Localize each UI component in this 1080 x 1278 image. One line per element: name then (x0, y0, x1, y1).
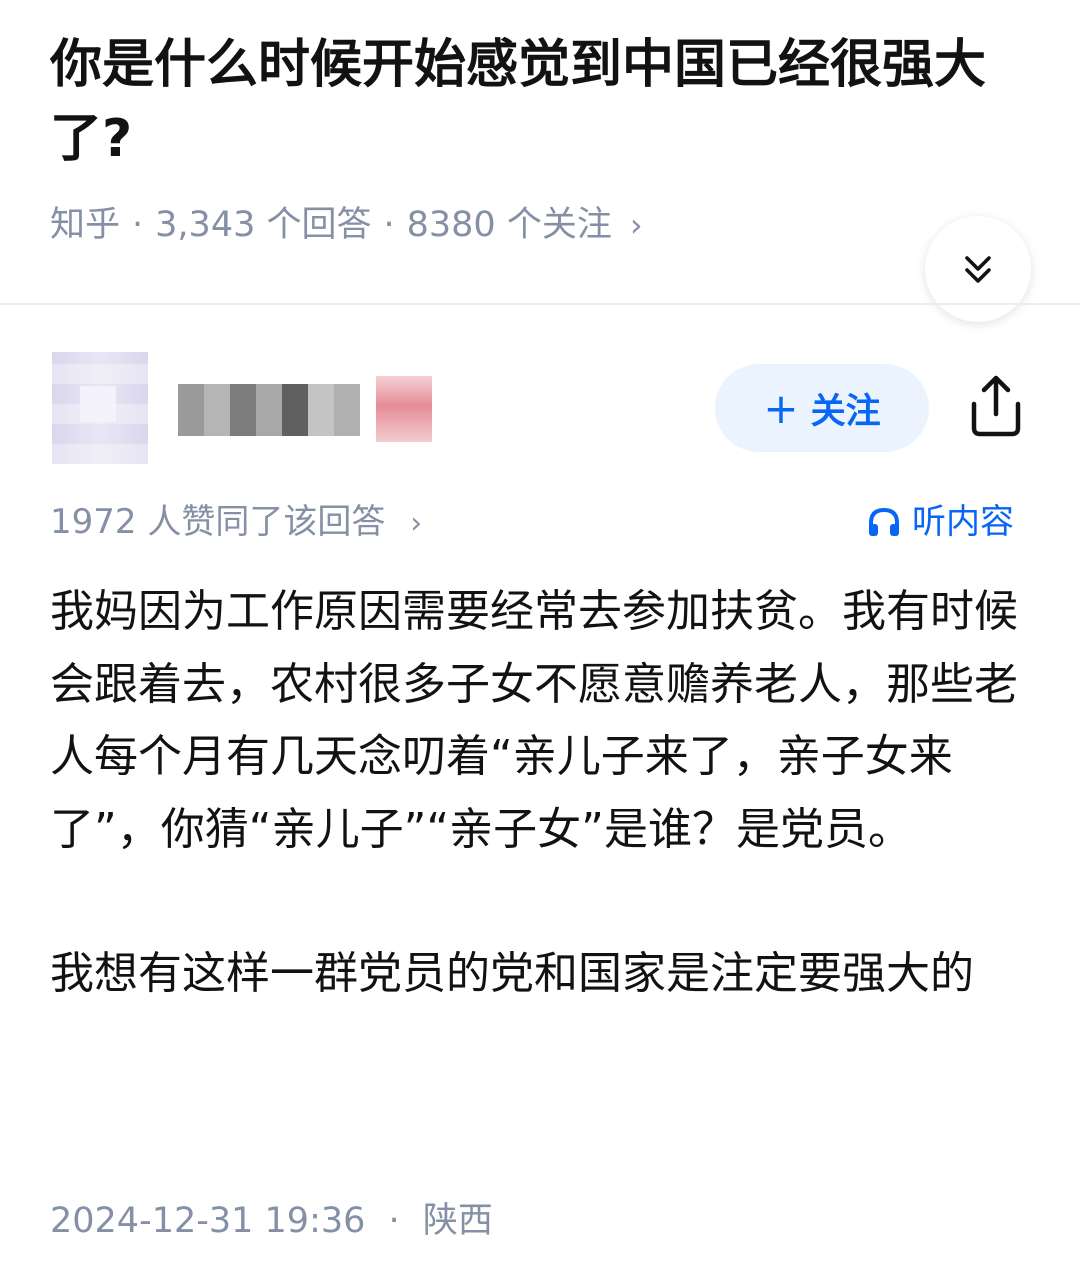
answer-footer: 2024-12-31 19:36 · 陕西 (50, 1196, 493, 1246)
follow-button[interactable]: + 关注 (715, 364, 929, 452)
divider (0, 303, 1080, 305)
answer-body[interactable]: 我妈因为工作原因需要经常去参加扶贫。我有时候会跟着去，农村很多子女不愿意赡养老人… (50, 576, 1035, 1011)
source-label: 知乎 (50, 205, 121, 245)
separator-dot: · (383, 205, 395, 245)
headphones-icon (869, 507, 899, 536)
votes-text: 1972 人赞同了该回答 (50, 502, 386, 542)
question-meta[interactable]: 知乎 · 3,343 个回答 · 8380 个关注 › (50, 200, 643, 250)
double-chevron-down-icon (965, 256, 991, 283)
author-name[interactable] (178, 384, 360, 436)
listen-label: 听内容 (912, 502, 1014, 542)
chevron-right-icon: › (629, 206, 643, 244)
answer-paragraph: 我想有这样一群党员的党和国家是注定要强大的 (50, 948, 974, 999)
answer-paragraph: 我妈因为工作原因需要经常去参加扶贫。我有时候会跟着去，农村很多子女不愿意赡养老人… (50, 586, 1018, 855)
chevron-right-icon: › (410, 506, 423, 541)
followers-count: 8380 个关注 (406, 205, 612, 245)
question-title[interactable]: 你是什么时候开始感觉到中国已经很强大了? (50, 28, 1040, 176)
listen-button[interactable]: 听内容 (866, 498, 1014, 546)
avatar[interactable] (52, 352, 148, 464)
separator-dot: · (132, 205, 144, 245)
answers-count: 3,343 个回答 (155, 205, 372, 245)
follow-label: 关注 (810, 391, 881, 432)
answer-date: 2024-12-31 19:36 (50, 1201, 366, 1241)
plus-icon: + (763, 383, 799, 433)
separator-dot: · (388, 1201, 400, 1241)
answer-location: 陕西 (422, 1201, 493, 1241)
author-badge (376, 376, 432, 442)
collapse-button[interactable] (925, 216, 1031, 322)
vote-count[interactable]: 1972 人赞同了该回答 › (50, 498, 422, 548)
share-icon[interactable] (964, 370, 1028, 440)
